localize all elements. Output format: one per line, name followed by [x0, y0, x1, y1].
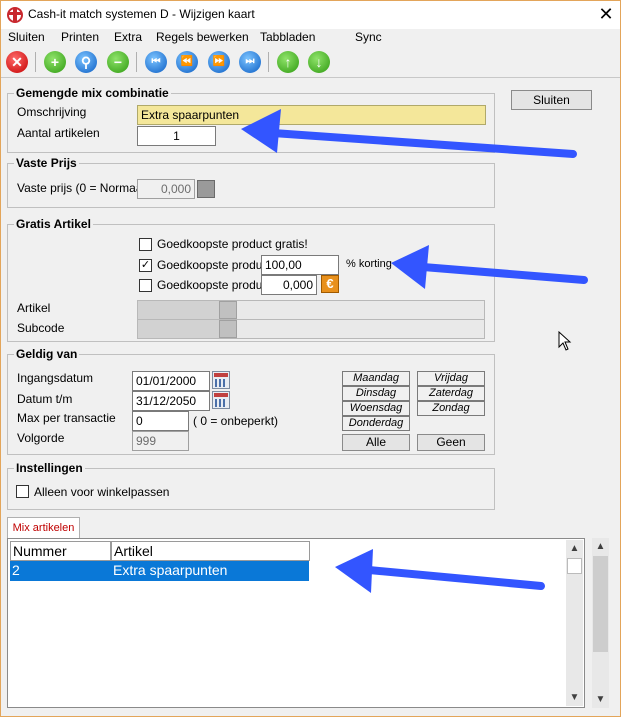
arrow-mix-artikelen — [365, 566, 545, 590]
arrow-head-korting — [391, 245, 429, 289]
mouse-cursor-icon — [558, 331, 572, 351]
arrow-korting — [419, 263, 588, 284]
arrow-head-mix — [335, 549, 373, 593]
annotation-arrows — [241, 109, 588, 593]
arrow-head-omschrijving — [241, 109, 281, 153]
main-window: Cash-it match systemen D - Wijzigen kaar… — [0, 0, 621, 717]
arrow-omschrijving — [269, 129, 577, 158]
